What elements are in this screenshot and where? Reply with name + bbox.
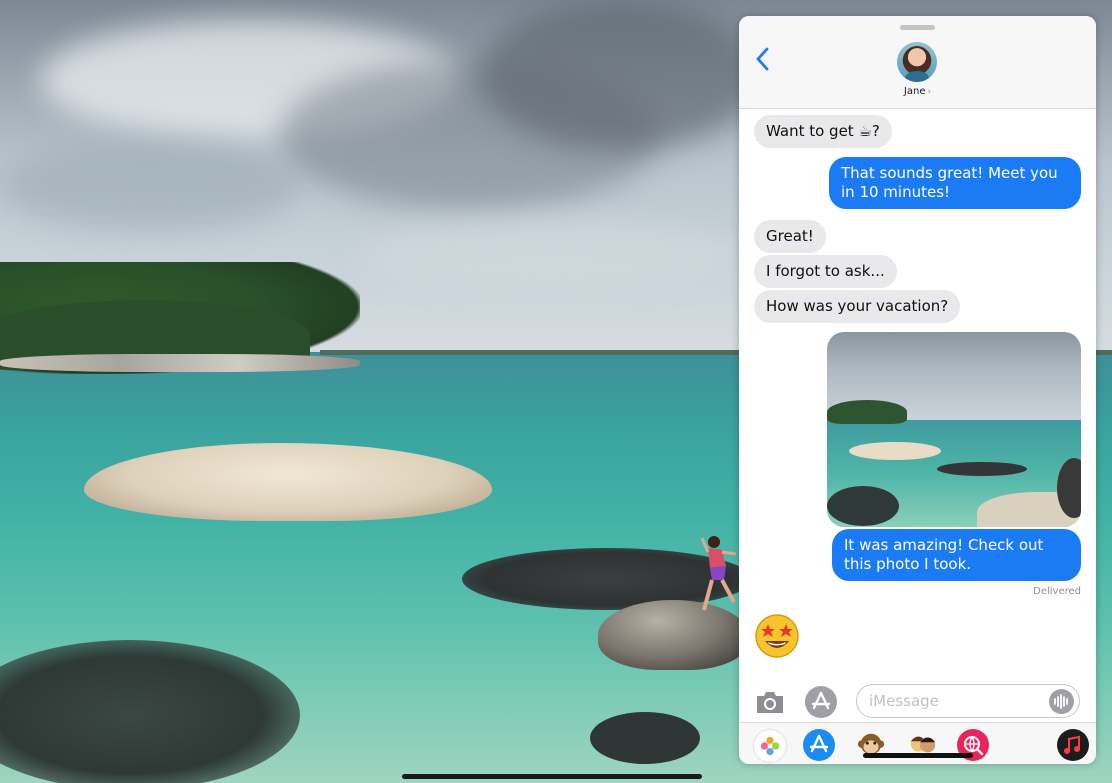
waveform-glyph (1054, 694, 1068, 709)
camera-icon[interactable] (754, 688, 786, 716)
home-indicator[interactable] (402, 774, 702, 779)
outgoing-message[interactable]: That sounds great! Meet you in 10 minute… (829, 157, 1081, 209)
photos-icon[interactable] (753, 729, 787, 763)
photo-dark-rock (937, 462, 1027, 476)
avatar-shirt (905, 71, 929, 82)
photo-island (827, 400, 907, 424)
conversation-header: Jane › (739, 16, 1096, 109)
incoming-message[interactable]: How was your vacation? (754, 290, 961, 323)
imessage-app-drawer (739, 722, 1096, 764)
photo-boulder (849, 442, 941, 460)
cloud (360, 220, 740, 290)
music-glyph (1064, 735, 1080, 754)
contact-name-label: Jane (903, 86, 926, 97)
incoming-message[interactable]: Want to get ☕? (754, 115, 892, 148)
delivered-status: Delivered (1033, 586, 1081, 597)
photos-flower-glyph (760, 736, 780, 756)
contact-name[interactable]: Jane › (739, 86, 1096, 97)
incoming-message[interactable]: Great! (754, 220, 826, 253)
outgoing-message[interactable]: It was amazing! Check out this photo I t… (832, 529, 1081, 581)
slide-over-home-bar[interactable] (863, 753, 973, 758)
compose-bar (739, 680, 1096, 724)
outgoing-photo-message[interactable] (827, 332, 1081, 527)
island-rocks (0, 354, 360, 372)
more-apps-icon[interactable] (1057, 729, 1089, 761)
incoming-message[interactable]: I forgot to ask... (754, 255, 897, 288)
app-store-glyph (809, 734, 829, 753)
audio-waveform-icon[interactable] (1049, 689, 1074, 714)
messages-slide-over: Jane › Want to get ☕? That sounds great! … (739, 16, 1096, 764)
imessage-input[interactable] (856, 684, 1080, 718)
app-store-glyph (811, 691, 831, 710)
star-struck-emoji-message[interactable] (753, 612, 801, 660)
slide-over-grabber[interactable] (900, 25, 935, 30)
chevron-right-icon: › (927, 87, 932, 97)
submerged-rock (590, 712, 700, 764)
jumping-girl (700, 536, 737, 611)
back-chevron-icon[interactable] (753, 46, 773, 72)
cloud (0, 140, 300, 230)
photo-rock (827, 486, 899, 526)
app-store-icon[interactable] (803, 729, 835, 761)
app-store-icon[interactable] (805, 686, 837, 718)
contact-avatar[interactable] (897, 42, 937, 82)
cloud (480, 0, 760, 150)
